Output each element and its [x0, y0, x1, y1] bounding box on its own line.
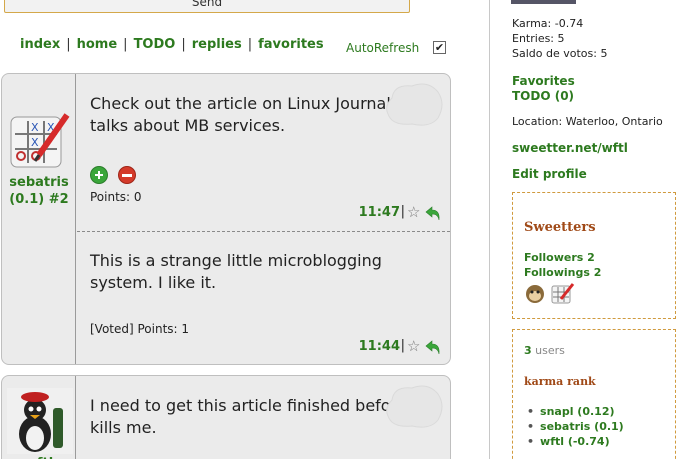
favorite-star-icon[interactable]: ☆	[407, 205, 422, 220]
nav-replies[interactable]: replies	[192, 37, 242, 52]
thread-card: wftl I need to get this article finished…	[1, 375, 451, 459]
location: Location: Waterloo, Ontario	[512, 115, 663, 128]
vote-up-icon[interactable]	[90, 165, 108, 184]
vote-down-icon[interactable]	[118, 165, 136, 184]
nav-separator: |	[181, 37, 186, 52]
thread-card: X X X sebatris (0.1) #2 Check out the ar…	[1, 73, 451, 365]
reply-arrow-icon[interactable]	[424, 338, 442, 356]
user-avatar-wftl[interactable]	[7, 388, 73, 454]
author-column: X X X sebatris (0.1) #2	[2, 74, 76, 364]
post-points: Points: 0	[90, 190, 142, 204]
avatar-monkey-icon[interactable]	[523, 283, 547, 305]
main-nav: index | home | TODO | replies | favorites	[20, 37, 324, 52]
nav-separator: |	[123, 37, 128, 52]
favorite-star-icon[interactable]: ☆	[407, 339, 422, 354]
rank-item[interactable]: wftl (-0.74)	[527, 434, 624, 449]
post: I need to get this article finished befo…	[77, 376, 450, 459]
followings-link[interactable]: Followings 2	[524, 266, 601, 279]
post-time[interactable]: 11:44	[359, 339, 400, 354]
post-time[interactable]: 11:47	[359, 205, 400, 220]
favorites-link[interactable]: Favorites	[512, 74, 575, 88]
nav-favorites[interactable]: favorites	[258, 37, 323, 52]
users-count: 3 users	[524, 344, 565, 357]
karma-rank-title: karma rank	[524, 375, 596, 388]
vote-controls	[90, 164, 146, 184]
post-text: This is a strange little microblogging s…	[90, 251, 382, 292]
autorefresh-label: AutoRefresh	[346, 41, 420, 55]
post-points: [Voted] Points: 1	[90, 322, 190, 336]
followers-link[interactable]: Followers 2	[524, 251, 595, 264]
panel-title: Sweetters	[524, 220, 596, 235]
todo-link[interactable]: TODO (0)	[512, 89, 574, 103]
post: This is a strange little microblogging s…	[77, 231, 450, 364]
send-button[interactable]: Send	[4, 0, 410, 13]
following-avatars	[523, 283, 579, 309]
user-avatar-sebatris[interactable]: X X X	[9, 109, 71, 171]
nav-home[interactable]: home	[77, 37, 118, 52]
svg-text:X: X	[31, 136, 39, 149]
profile-url-link[interactable]: sweetter.net/wftl	[512, 141, 628, 155]
separator: |	[400, 338, 405, 353]
cloud-icon	[386, 385, 443, 428]
nav-todo[interactable]: TODO	[134, 37, 176, 52]
post: Check out the article on Linux Journal t…	[77, 74, 450, 231]
reply-arrow-icon[interactable]	[424, 204, 442, 222]
svg-text:X: X	[31, 121, 39, 134]
saldo-votos: Saldo de votos: 5	[512, 47, 608, 60]
separator: |	[400, 204, 405, 219]
avatar-tictactoe-icon[interactable]	[551, 283, 575, 305]
karma-rank-list: snapl (0.12) sebatris (0.1) wftl (-0.74)	[527, 404, 624, 449]
autorefresh-checkbox[interactable]: ✔	[433, 41, 446, 54]
edit-profile-link[interactable]: Edit profile	[512, 167, 587, 181]
rank-item[interactable]: snapl (0.12)	[527, 404, 624, 419]
profile-avatar	[511, 0, 576, 4]
karma-value: Karma: -0.74	[512, 17, 584, 30]
sweetters-panel: Sweetters Followers 2 Followings 2	[512, 192, 676, 319]
author-column: wftl	[2, 376, 76, 459]
nav-index[interactable]: index	[20, 37, 60, 52]
nav-separator: |	[66, 37, 71, 52]
rank-item[interactable]: sebatris (0.1)	[527, 419, 624, 434]
entries-count: Entries: 5	[512, 32, 565, 45]
nav-separator: |	[247, 37, 253, 52]
cloud-icon	[386, 83, 443, 126]
author-name[interactable]: sebatris (0.1) #2	[2, 174, 76, 208]
users-panel: 3 users karma rank snapl (0.12) sebatris…	[512, 329, 676, 459]
sidebar-divider	[489, 0, 490, 459]
